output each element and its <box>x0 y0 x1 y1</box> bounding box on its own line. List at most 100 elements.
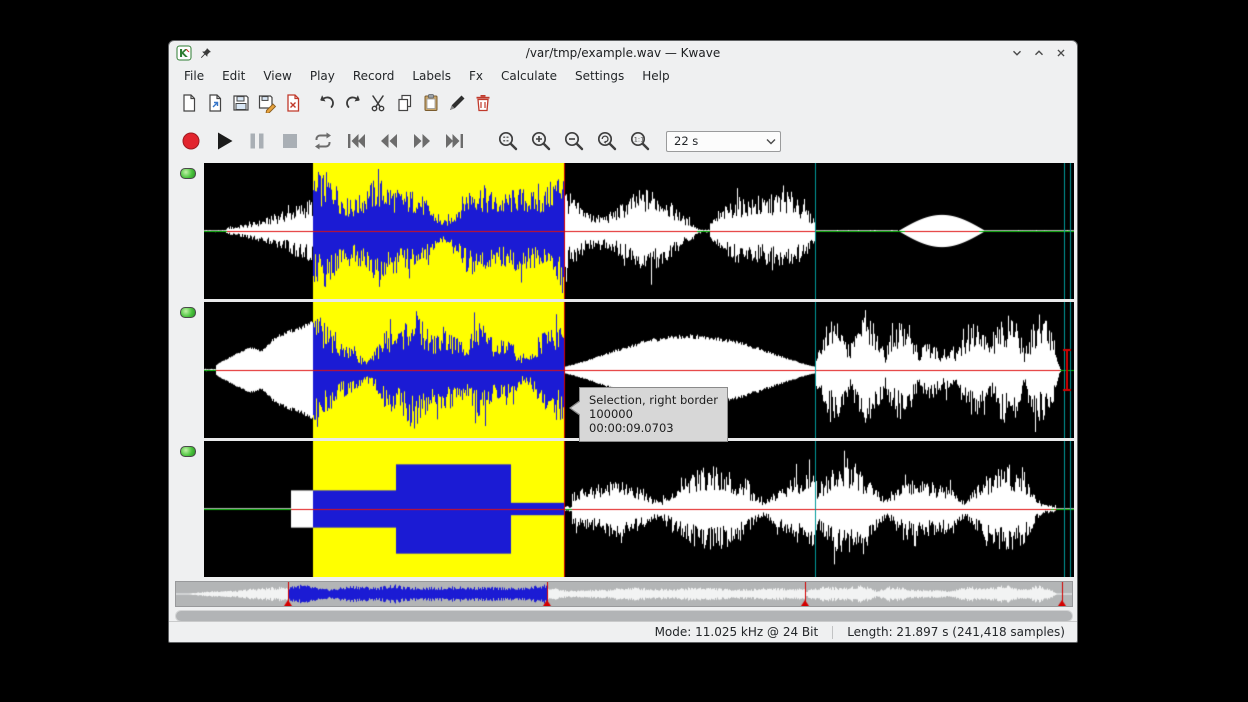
tooltip-title: Selection, right border <box>589 393 718 407</box>
menu-play[interactable]: Play <box>301 67 344 85</box>
scissors-icon <box>369 93 389 113</box>
stop-icon <box>278 129 302 153</box>
record-icon <box>179 129 203 153</box>
titlebar[interactable]: K /var/tmp/example.wav — Kwave <box>169 41 1077 65</box>
open-file-icon <box>205 93 225 113</box>
copy-icon <box>395 93 415 113</box>
seek-forward-icon <box>410 129 434 153</box>
status-separator <box>832 626 833 639</box>
pause-button[interactable] <box>244 127 270 155</box>
stop-button[interactable] <box>277 127 303 155</box>
loop-button[interactable] <box>310 127 336 155</box>
skip-backward-icon <box>344 129 368 153</box>
zoom-out-button[interactable] <box>561 127 587 155</box>
skip-backward-button[interactable] <box>343 127 369 155</box>
open-file-button[interactable] <box>203 90 227 116</box>
save-as-icon <box>257 93 277 113</box>
zoom-duration-value: 22 s <box>667 134 762 148</box>
track-1-menu-led[interactable] <box>180 168 196 179</box>
loop-icon <box>311 129 335 153</box>
seek-backward-icon <box>377 129 401 153</box>
redo-icon <box>343 93 363 113</box>
paste-icon <box>421 93 441 113</box>
zoom-selection-button[interactable] <box>495 127 521 155</box>
copy-button[interactable] <box>393 90 417 116</box>
seek-backward-button[interactable] <box>376 127 402 155</box>
play-button[interactable] <box>211 127 237 155</box>
zoom-100-icon: 1:1 <box>628 129 652 153</box>
save-file-as-button[interactable] <box>255 90 279 116</box>
zoom-toolbar-group: 1:1 22 s <box>495 127 781 155</box>
maximize-button[interactable] <box>1030 44 1048 62</box>
chevron-down-icon <box>1010 46 1024 60</box>
zoom-in-icon <box>529 129 553 153</box>
pin-icon[interactable] <box>198 46 213 61</box>
close-file-icon <box>283 93 303 113</box>
menu-calculate[interactable]: Calculate <box>492 67 566 85</box>
track-2-menu-led[interactable] <box>180 307 196 318</box>
seek-forward-button[interactable] <box>409 127 435 155</box>
zoom-duration-select[interactable]: 22 s <box>666 131 781 152</box>
zoom-all-button[interactable] <box>594 127 620 155</box>
close-file-button[interactable] <box>281 90 305 116</box>
track-3-menu-led[interactable] <box>180 446 196 457</box>
skip-forward-button[interactable] <box>442 127 468 155</box>
record-button[interactable] <box>178 127 204 155</box>
menu-edit[interactable]: Edit <box>213 67 254 85</box>
menu-file[interactable]: File <box>175 67 213 85</box>
play-icon <box>212 129 236 153</box>
overview-canvas[interactable] <box>176 582 1072 606</box>
menu-view[interactable]: View <box>254 67 300 85</box>
tooltip-samples: 100000 <box>589 407 718 421</box>
menu-settings[interactable]: Settings <box>566 67 633 85</box>
status-mode: Mode: 11.025 kHz @ 24 Bit <box>655 625 819 639</box>
delete-button[interactable] <box>471 90 495 116</box>
waveform-track-1[interactable] <box>204 163 1074 299</box>
undo-icon <box>317 93 337 113</box>
save-icon <box>231 93 251 113</box>
menu-help[interactable]: Help <box>633 67 678 85</box>
shade-button[interactable] <box>1008 44 1026 62</box>
redo-button[interactable] <box>341 90 365 116</box>
save-file-button[interactable] <box>229 90 253 116</box>
close-icon <box>1054 46 1068 60</box>
new-file-icon <box>179 93 199 113</box>
track-controls-column <box>173 163 204 577</box>
menu-labels[interactable]: Labels <box>403 67 460 85</box>
tracks-container: Selection, right border 100000 00:00:09.… <box>204 163 1074 577</box>
skip-forward-icon <box>443 129 467 153</box>
new-file-button[interactable] <box>177 90 201 116</box>
menubar: File Edit View Play Record Labels Fx Cal… <box>169 65 1077 86</box>
chevron-down-icon <box>762 138 780 145</box>
pen-icon <box>447 93 467 113</box>
file-toolbar <box>169 86 1077 120</box>
undo-button[interactable] <box>315 90 339 116</box>
pause-icon <box>245 129 269 153</box>
menu-record[interactable]: Record <box>344 67 403 85</box>
zoom-all-icon <box>595 129 619 153</box>
status-length: Length: 21.897 s (241,418 samples) <box>847 625 1065 639</box>
signal-area: Selection, right border 100000 00:00:09.… <box>173 163 1074 577</box>
waveform-track-3[interactable] <box>204 441 1074 577</box>
scrollbar-thumb[interactable] <box>176 611 1072 621</box>
zoom-100-button[interactable]: 1:1 <box>627 127 653 155</box>
zoom-in-button[interactable] <box>528 127 554 155</box>
tooltip-time: 00:00:09.0703 <box>589 421 718 435</box>
desktop-background: K /var/tmp/example.wav — Kwave <box>0 0 1248 702</box>
zoom-out-icon <box>562 129 586 153</box>
selection-tooltip: Selection, right border 100000 00:00:09.… <box>579 387 728 442</box>
svg-text:1:1: 1:1 <box>634 136 644 144</box>
playback-toolbar: 1:1 22 s <box>169 120 1077 162</box>
pen-mouse-mode-button[interactable] <box>445 90 469 116</box>
cut-button[interactable] <box>367 90 391 116</box>
close-button[interactable] <box>1052 44 1070 62</box>
kwave-window: K /var/tmp/example.wav — Kwave <box>168 40 1078 643</box>
kwave-app-icon: K <box>176 45 192 61</box>
zoom-selection-icon <box>496 129 520 153</box>
signal-overview[interactable] <box>175 581 1073 607</box>
window-title: /var/tmp/example.wav — Kwave <box>169 46 1077 60</box>
statusbar: Mode: 11.025 kHz @ 24 Bit Length: 21.897… <box>169 621 1077 642</box>
paste-button[interactable] <box>419 90 443 116</box>
menu-fx[interactable]: Fx <box>460 67 492 85</box>
chevron-up-icon <box>1032 46 1046 60</box>
